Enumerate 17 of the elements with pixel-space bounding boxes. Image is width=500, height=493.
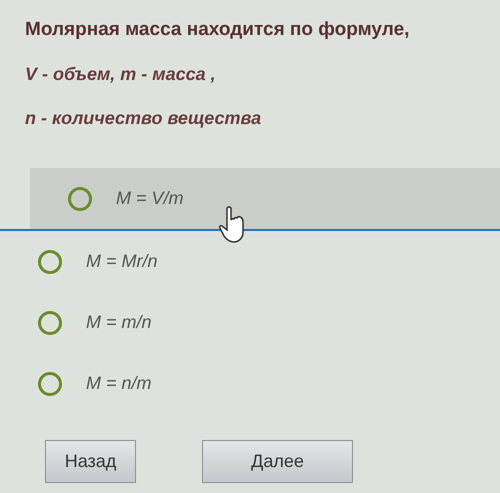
question-text: Молярная масса находится по формуле, xyxy=(25,18,410,42)
radio-button[interactable] xyxy=(68,186,92,210)
radio-button[interactable] xyxy=(38,250,62,274)
legend-text: V - объем, m - масса , xyxy=(25,63,217,86)
radio-button[interactable] xyxy=(38,372,62,396)
legend-text: n - количество вещества xyxy=(25,107,262,130)
answer-option[interactable]: M = V/m xyxy=(30,168,500,229)
option-label: M = n/m xyxy=(86,372,152,395)
answer-option[interactable]: M = n/m xyxy=(0,353,500,414)
next-button[interactable]: Далее xyxy=(202,440,353,483)
option-label: M = Mr/n xyxy=(86,250,158,273)
radio-button[interactable] xyxy=(38,310,62,334)
answer-option[interactable]: M = Mr/n xyxy=(0,231,500,292)
option-label: M = V/m xyxy=(116,187,184,210)
back-button[interactable]: Назад xyxy=(45,440,136,483)
answer-option[interactable]: M = m/n xyxy=(0,292,500,353)
option-label: M = m/n xyxy=(86,311,152,334)
